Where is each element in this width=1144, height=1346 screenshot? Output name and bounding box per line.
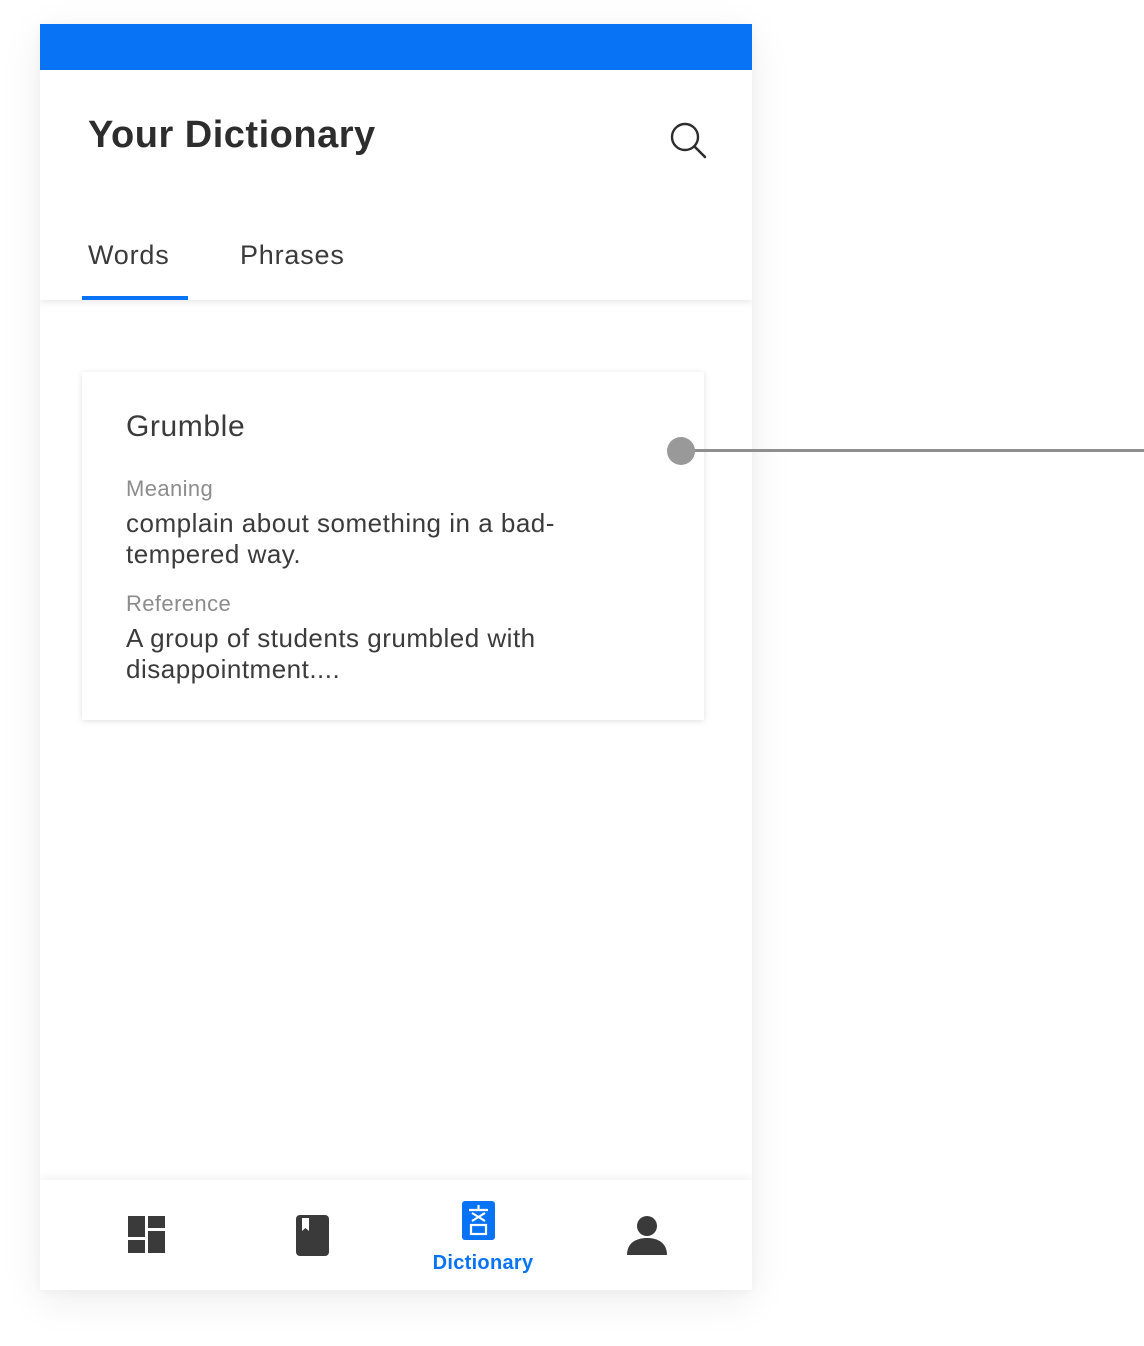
nav-item-library[interactable]	[272, 1180, 352, 1290]
phone-screen: Your Dictionary Words Phrases Grumble Me…	[40, 24, 752, 1290]
page-title: Your Dictionary	[88, 114, 376, 156]
dashboard-icon	[128, 1216, 165, 1253]
tab-phrases[interactable]: Phrases	[236, 220, 366, 300]
tab-phrases-label: Phrases	[240, 240, 345, 270]
nav-item-dictionary[interactable]: Dictionary	[423, 1180, 543, 1290]
search-button[interactable]	[664, 116, 712, 164]
translate-icon	[462, 1201, 495, 1240]
reference-text: A group of students grumbled with disapp…	[126, 623, 536, 684]
tab-words-label: Words	[88, 240, 170, 270]
person-icon	[627, 1216, 667, 1255]
tab-words[interactable]: Words	[82, 220, 188, 300]
tab-bar: Words Phrases	[40, 220, 752, 300]
status-bar	[40, 24, 752, 70]
app-header: Your Dictionary Words Phrases	[40, 70, 752, 300]
annotation-line	[681, 449, 1144, 452]
nav-item-profile[interactable]	[606, 1180, 686, 1290]
bottom-navigation: Dictionary	[40, 1180, 752, 1290]
word-title: Grumble	[126, 410, 246, 443]
word-card[interactable]: Grumble Meaning complain about something…	[82, 372, 704, 720]
annotation-dot	[667, 437, 695, 465]
nav-item-dashboard[interactable]	[108, 1180, 188, 1290]
nav-label-dictionary: Dictionary	[432, 1252, 534, 1274]
book-icon	[296, 1215, 329, 1256]
active-tab-indicator	[82, 296, 188, 300]
search-icon	[670, 122, 707, 159]
reference-label: Reference	[126, 591, 232, 616]
meaning-label: Meaning	[126, 476, 214, 501]
word-list: Grumble Meaning complain about something…	[40, 300, 752, 1180]
meaning-text: complain about something in a bad-temper…	[126, 508, 555, 569]
